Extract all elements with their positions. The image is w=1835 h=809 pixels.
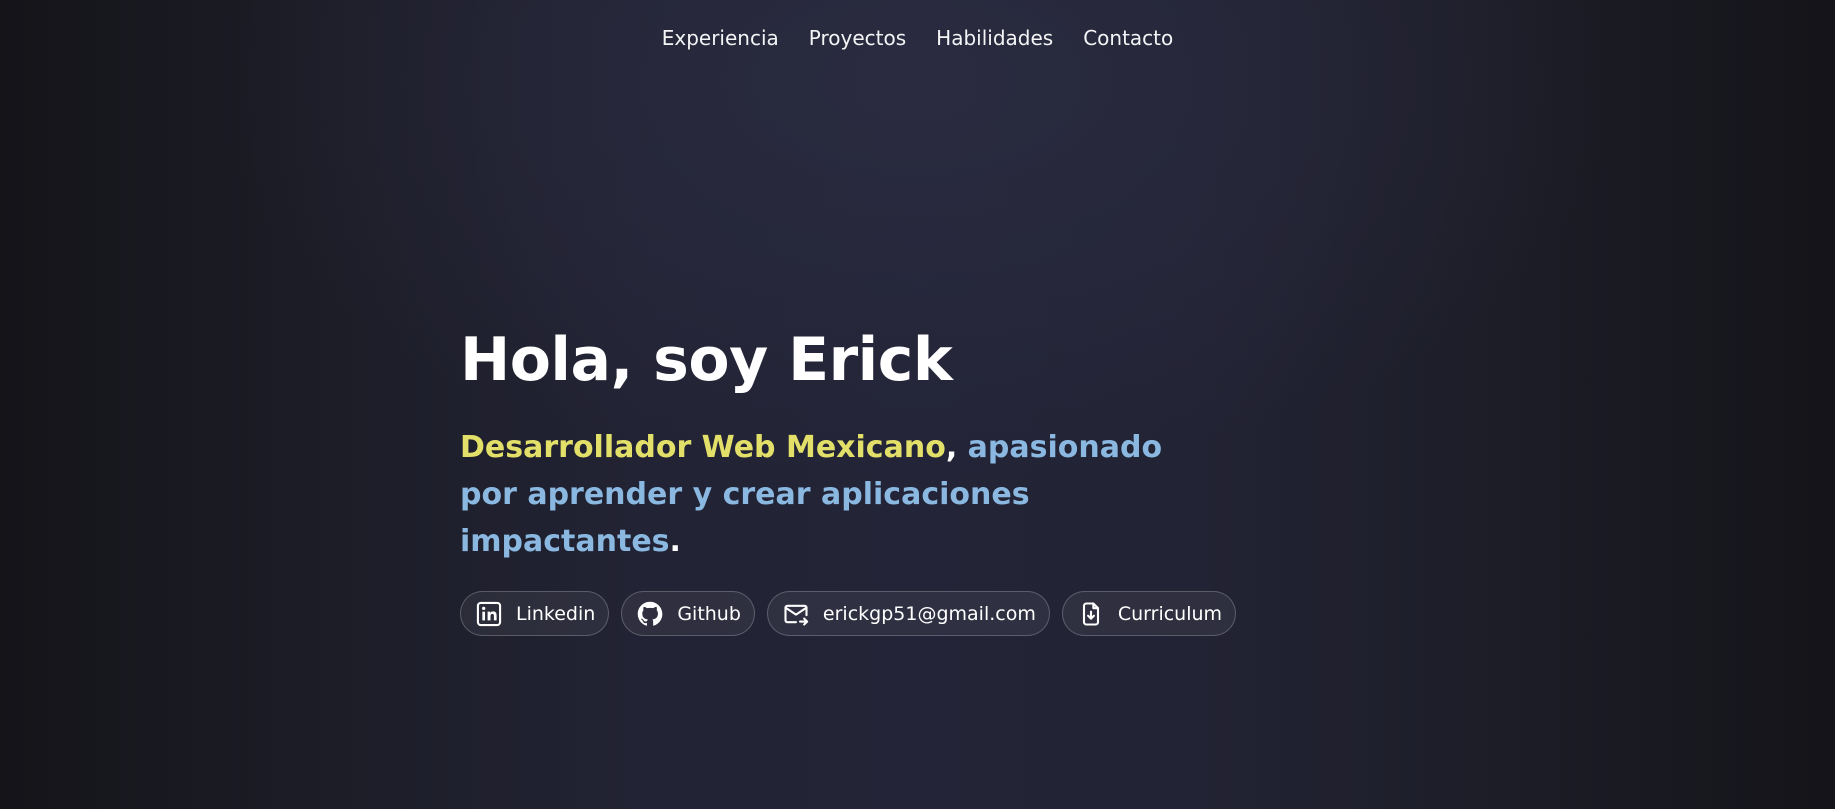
- main-nav: Experiencia Proyectos Habilidades Contac…: [0, 22, 1835, 54]
- github-icon: [635, 599, 665, 629]
- linkedin-icon: [474, 599, 504, 629]
- github-button[interactable]: Github: [621, 591, 755, 636]
- linkedin-label: Linkedin: [516, 602, 596, 625]
- linkedin-button[interactable]: Linkedin: [460, 591, 610, 636]
- nav-link-experiencia[interactable]: Experiencia: [647, 22, 794, 54]
- hero-section: Hola, soy Erick Desarrollador Web Mexica…: [460, 322, 1240, 636]
- email-button[interactable]: erickgp51@gmail.com: [766, 591, 1050, 636]
- curriculum-button[interactable]: Curriculum: [1061, 591, 1237, 636]
- curriculum-label: Curriculum: [1117, 602, 1223, 625]
- social-links: Linkedin Github erickgp51@gmail.com Curr…: [460, 591, 1240, 636]
- subtitle-period: .: [669, 524, 681, 559]
- subtitle-separator: ,: [945, 430, 968, 465]
- nav-link-contacto[interactable]: Contacto: [1068, 22, 1188, 54]
- github-label: Github: [677, 602, 741, 625]
- subtitle-role: Desarrollador Web Mexicano: [460, 430, 946, 465]
- mail-icon: [781, 599, 811, 629]
- hero-subtitle: Desarrollador Web Mexicano, apasionado p…: [460, 424, 1180, 565]
- email-label: erickgp51@gmail.com: [822, 602, 1036, 625]
- hero-title: Hola, soy Erick: [460, 325, 953, 395]
- nav-link-proyectos[interactable]: Proyectos: [794, 22, 921, 54]
- document-download-icon: [1076, 599, 1106, 629]
- nav-link-habilidades[interactable]: Habilidades: [921, 22, 1068, 54]
